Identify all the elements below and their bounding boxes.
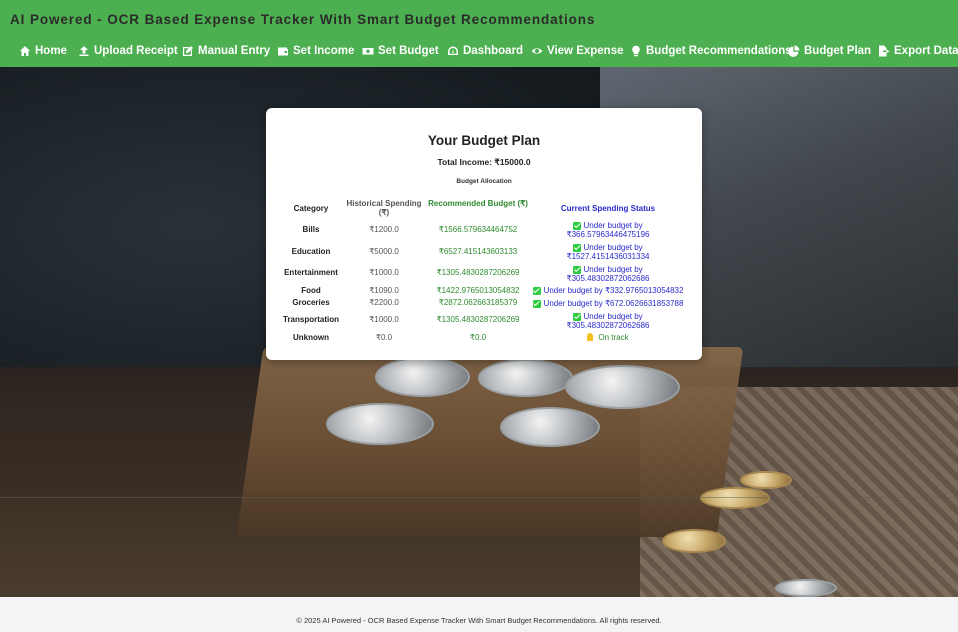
cell-category: Food [301, 286, 321, 295]
pie-chart-icon [788, 45, 800, 57]
check-icon [573, 265, 582, 274]
column-header-historical: Historical Spending (₹) [346, 199, 422, 217]
hero-coin [326, 403, 434, 445]
hero-coin [500, 407, 600, 447]
cell-category: Groceries [292, 298, 330, 307]
cell-status: Under budget by ₹672.0626631853788 [528, 299, 688, 308]
cell-historical: ₹1090.0 [369, 286, 399, 295]
cell-recommended: ₹1305.4830287206269 [436, 315, 520, 324]
main-nav: Home Upload Receipt Manual Entry Set Inc… [0, 45, 958, 61]
total-income: Total Income: ₹15000.0 [437, 157, 531, 167]
nav-upload-receipt[interactable]: Upload Receipt [78, 45, 178, 57]
nav-budget-plan[interactable]: Budget Plan [788, 45, 871, 57]
check-icon [573, 221, 582, 230]
status-text: Under budget by ₹332.9765013054832 [543, 286, 684, 295]
hero-coin [662, 529, 726, 553]
nav-set-income-label: Set Income [293, 45, 355, 57]
hero-coin [740, 471, 792, 489]
cell-historical: ₹1200.0 [369, 225, 399, 234]
cell-category: Entertainment [284, 268, 338, 277]
nav-set-income[interactable]: Set Income [277, 45, 354, 57]
hero-coin [565, 365, 680, 409]
edit-icon [183, 46, 193, 56]
budget-plan-card: Your Budget Plan Total Income: ₹15000.0 … [266, 108, 702, 360]
cell-recommended: ₹6527.415143603133 [438, 247, 518, 256]
cell-category: Unknown [293, 333, 329, 342]
cell-historical: ₹1000.0 [369, 315, 399, 324]
app-header: AI Powered - OCR Based Expense Tracker W… [0, 0, 958, 67]
cell-historical: ₹1000.0 [369, 268, 399, 277]
nav-manual-entry-label: Manual Entry [198, 45, 271, 57]
wallet-icon [278, 47, 288, 56]
cell-historical: ₹2200.0 [369, 298, 399, 307]
cell-status: Under budget by ₹366.57963446475196 [528, 221, 688, 239]
budget-allocation-label: Budget Allocation [456, 178, 512, 185]
hero-coin [700, 487, 770, 509]
footer-copyright: © 2025 AI Powered - OCR Based Expense Tr… [296, 616, 662, 625]
hero-coin [478, 359, 573, 397]
nav-export-data[interactable]: Export Data [878, 45, 958, 57]
nav-manual-entry[interactable]: Manual Entry [182, 45, 270, 57]
cell-recommended: ₹2872.062663185379 [438, 298, 518, 307]
upload-icon [79, 46, 89, 56]
nav-home-label: Home [35, 45, 67, 57]
cell-category: Transportation [282, 315, 339, 324]
status-text: On track [598, 333, 629, 342]
nav-set-budget[interactable]: Set Budget [362, 45, 439, 57]
column-header-recommended: Recommended Budget (₹) [428, 199, 528, 208]
status-text: Under budget by ₹672.0626631853788 [543, 299, 684, 308]
column-header-category: Category [293, 204, 329, 213]
hero-coin [375, 357, 470, 397]
nav-home[interactable]: Home [19, 45, 67, 57]
nav-dashboard[interactable]: Dashboard [447, 45, 523, 57]
check-icon [573, 243, 582, 252]
eye-icon [531, 48, 543, 54]
column-header-status: Current Spending Status [560, 204, 656, 213]
nav-upload-receipt-label: Upload Receipt [94, 45, 178, 57]
cell-status: Under budget by ₹332.9765013054832 [528, 286, 688, 295]
hero-coin [775, 579, 837, 597]
nav-budget-plan-label: Budget Plan [804, 45, 872, 57]
cell-recommended: ₹1422.9765013054832 [436, 286, 520, 295]
app-title: AI Powered - OCR Based Expense Tracker W… [10, 12, 596, 27]
file-export-icon [879, 45, 890, 57]
gauge-icon [448, 46, 458, 55]
cell-category: Education [291, 247, 331, 256]
lightbulb-icon [632, 45, 640, 57]
page-title: Your Budget Plan [427, 133, 541, 148]
home-icon [20, 46, 30, 56]
cell-status: Under budget by ₹305.48302872062686 [528, 312, 688, 330]
cell-historical: ₹5000.0 [369, 247, 399, 256]
cell-status: Under budget by ₹305.48302872062686 [528, 265, 688, 283]
nav-export-data-label: Export Data [894, 45, 958, 57]
nav-budget-recommendations[interactable]: Budget Recommendations [630, 45, 792, 57]
cell-status: Under budget by ₹1527.4151436031334 [528, 243, 688, 261]
nav-set-budget-label: Set Budget [378, 45, 439, 57]
nav-view-expense[interactable]: View Expense [531, 45, 624, 57]
page-footer: © 2025 AI Powered - OCR Based Expense Tr… [0, 597, 958, 632]
nav-budget-recommendations-label: Budget Recommendations [646, 45, 792, 57]
cell-recommended: ₹1305.4830287206269 [436, 268, 520, 277]
cell-historical: ₹0.0 [375, 333, 393, 342]
lightbulb-icon [587, 333, 594, 341]
nav-view-expense-label: View Expense [547, 45, 624, 57]
cell-status: On track [528, 333, 688, 342]
hero-divider [0, 497, 958, 498]
check-icon [532, 286, 541, 295]
money-icon [362, 48, 374, 55]
check-icon [573, 312, 582, 321]
cell-category: Bills [302, 225, 320, 234]
cell-recommended: ₹1566.579634464752 [438, 225, 518, 234]
nav-dashboard-label: Dashboard [463, 45, 524, 57]
cell-recommended: ₹0.0 [469, 333, 487, 342]
check-icon [532, 299, 541, 308]
